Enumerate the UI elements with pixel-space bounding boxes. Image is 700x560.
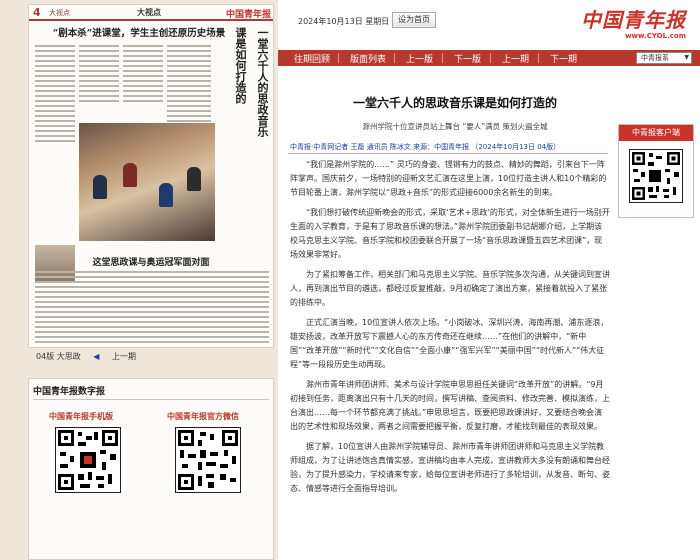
divider [288,153,608,154]
page-headline[interactable]: “剧本杀”进课堂，学生主创还原历史场景 [35,25,243,39]
page-header-bar: 4 大视点 大视点 中国青年报 [29,5,273,21]
newspaper-page-image[interactable]: 4 大视点 大视点 中国青年报 “剧本杀”进课堂，学生主创还原历史场景 一堂六千… [28,4,274,348]
newspaper-logo: 中国青年报 [225,10,271,20]
article-paragraph: “我们是滁州学院的……” 灵巧的身姿、铿锵有力的鼓点、精妙的舞蹈，引来台下一阵阵… [290,160,607,197]
text-column [35,45,75,145]
panel-heading: 中国青年报数字报 [33,387,106,397]
qr-code-mobile [55,427,121,493]
site-logo[interactable]: 中国青年报 [581,4,686,33]
article-paragraph: 据了解，10位宣讲人由滁州学院辅导员、滁州市青年讲师团讲师和马克思主义学院教师组… [290,442,610,493]
set-homepage-button[interactable]: 设为首页 [392,12,436,28]
article-paragraph: “我们想打破传统迎新晚会的形式，采取‘艺术+思政’的形式，对全体新生进行一场别开… [290,208,610,259]
current-page-link[interactable]: 04版 大思政 [36,352,81,361]
divider [33,399,269,400]
article-subtitle: 滁州学院十位宣讲员站上舞台 “要人”满员 策划火遍全城 [362,122,548,131]
nav-page-list[interactable]: 版面列表 [350,52,386,65]
article-paragraph: 为了紧扣筹备工作，相关部门和马克思主义学院、音乐学院多次沟通，从关键词到宣讲人，… [290,270,610,307]
text-column [123,45,163,105]
app-download-panel: 中国青年报数字报 中国青年报手机版 中国青年报官方微信 [28,378,274,560]
nav-next-issue[interactable]: 下一期 [550,52,577,65]
page-section: 大视点 [49,9,70,17]
site-url: www.CYOL.com [625,32,686,40]
nav-prev-issue[interactable]: 上一期 [502,52,529,65]
page-number: 4 [33,6,41,19]
nav-next-page[interactable]: 下一版 [454,52,481,65]
vertical-headline-2[interactable]: 课是如何打造的 [233,27,247,187]
edition-nav-bar: 往期回顾 版面列表 上一版 下一版 上一期 下一期 中青报系 ▼ [278,50,700,66]
page-title: 大视点 [137,8,161,17]
prev-issue-link[interactable]: ◀ 上一期 [93,352,146,361]
left-arrow-icon: ◀ [93,352,100,361]
app-client-box: 中青报客户端 [618,124,694,218]
qr-code-wechat [175,427,241,493]
article-paragraph: 正式汇演当晚，10位宣讲人依次上场。“小岗破冰、深圳兴涛、海南再潮、浦东逐浪，雄… [290,318,609,369]
app-client-heading[interactable]: 中青报客户端 [619,125,693,141]
site-header: 2024年10月13日 星期日 设为首页 中国青年报 www.CYOL.com [278,0,700,46]
vertical-headline[interactable]: 一堂六千人的思政音乐 [247,27,269,187]
article-photo[interactable] [79,123,215,241]
newspaper-panel: 4 大视点 大视点 中国青年报 “剧本杀”进课堂，学生主创还原历史场景 一堂六千… [0,0,278,560]
article-meta: 中青报·中青网记者 王磊 通讯员 陈冰文 来源：中国青年报 （2024年10月1… [290,143,561,151]
newspaper-select[interactable]: 中青报系 ▼ [636,52,692,64]
lower-headline[interactable]: 这堂思政课与奥运冠军面对面 [53,255,249,268]
qr-title-mobile: 中国青年报手机版 [49,412,113,421]
article-site: 2024年10月13日 星期日 设为首页 中国青年报 www.CYOL.com … [278,0,700,560]
article-body: “我们是滁州学院的……” 灵巧的身姿、铿锵有力的鼓点、精妙的舞蹈，引来台下一阵阵… [290,158,610,502]
article-paragraph: 滁州市青年讲师团讲师、美术与设计学院申思思担任关键词“改革开放”的讲解。“9月初… [290,380,610,431]
text-column [79,45,119,105]
current-date: 2024年10月13日 星期日 [298,17,390,26]
app-qr-code [629,149,683,203]
nav-prev-page[interactable]: 上一版 [406,52,433,65]
text-column [35,271,269,346]
nav-past-issues[interactable]: 往期回顾 [294,52,330,65]
page-navigation: 04版 大思政 ◀ 上一期 [36,351,156,362]
chevron-down-icon: ▼ [684,54,689,61]
qr-title-wechat: 中国青年报官方微信 [167,412,239,421]
article-title: 一堂六千人的思政音乐课是如何打造的 [352,96,557,110]
